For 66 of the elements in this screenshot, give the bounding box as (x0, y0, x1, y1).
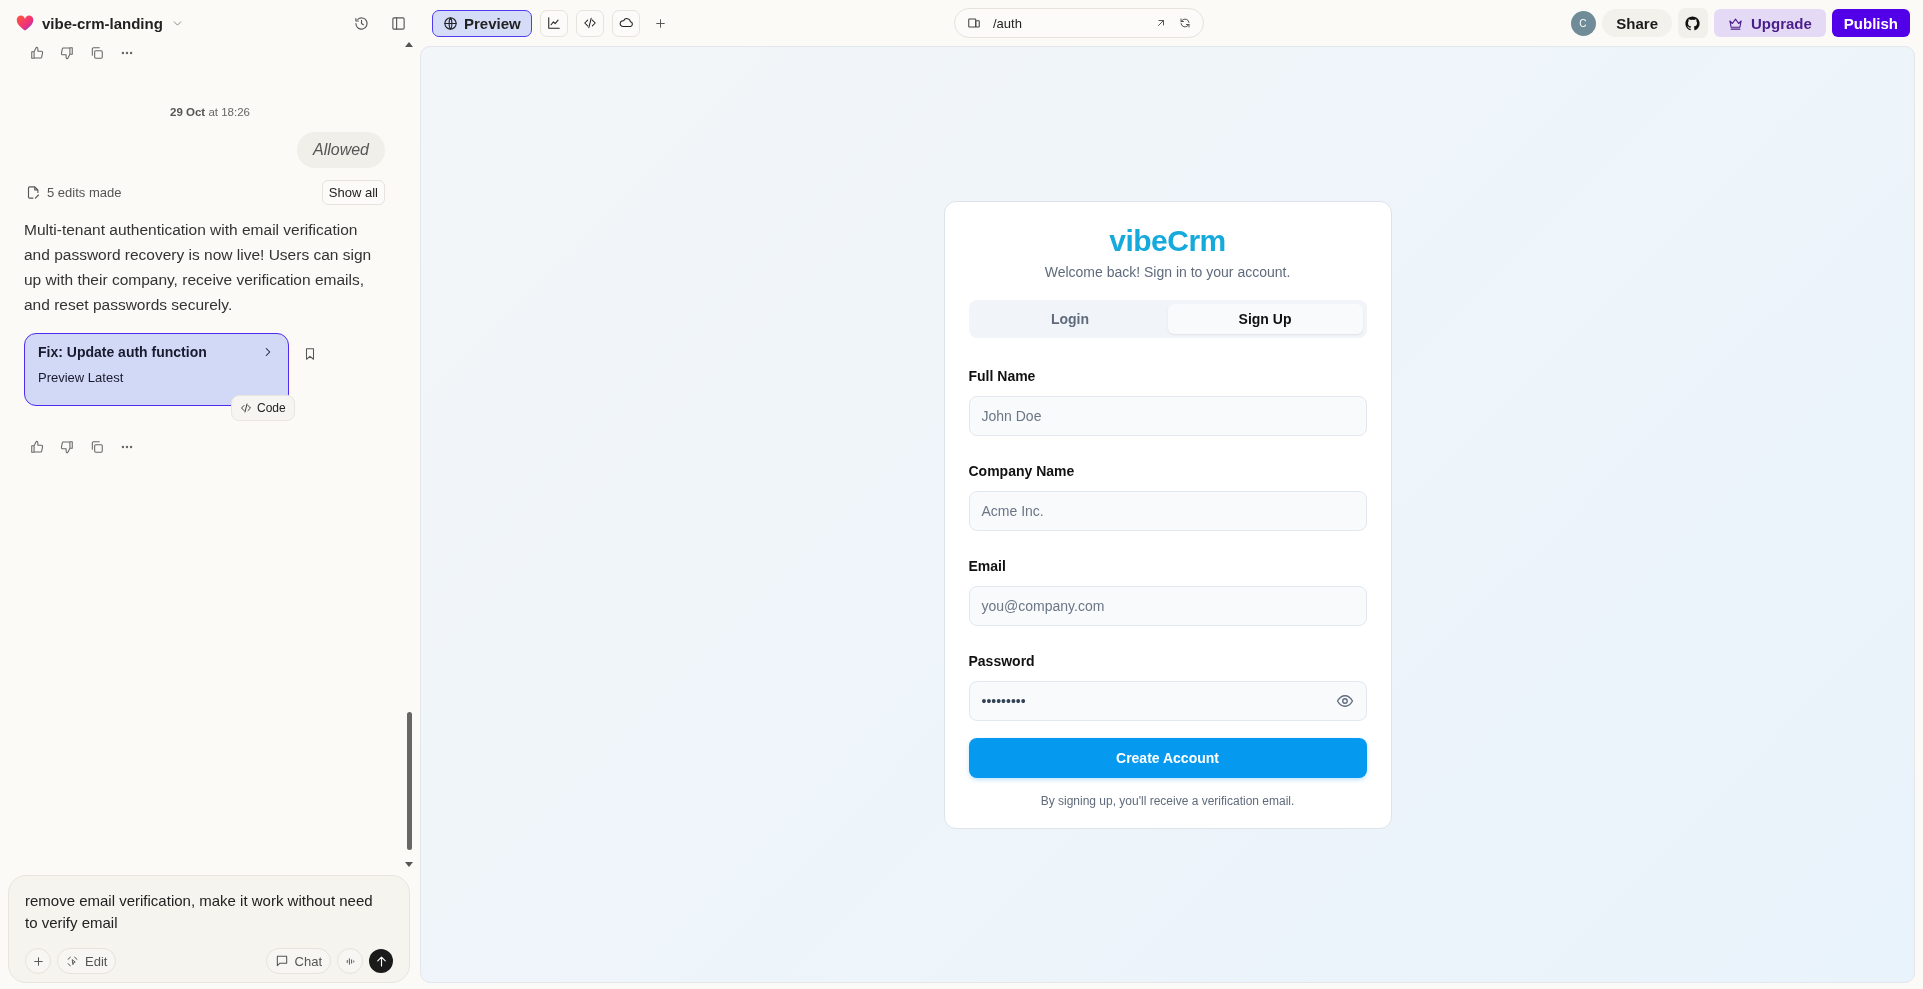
url-bar[interactable]: /auth (954, 8, 1204, 38)
assistant-message: Multi-tenant authentication with email verification and password recovery is now live! Users can sign up with their company, receive verification emails, and reset passwords securely. (24, 220, 373, 315)
text-field[interactable]: you@company.com (968, 585, 1367, 626)
copy-icon (90, 440, 104, 454)
plus-icon (31, 954, 45, 968)
code-icon (240, 402, 252, 414)
url-path: /auth (993, 15, 1023, 31)
thumbs-down-icon (60, 46, 74, 60)
thumbs-up-icon (30, 440, 44, 454)
user-avatar[interactable]: C (1571, 10, 1597, 36)
message-timestamp: 29 Oct at 18:26 (169, 106, 251, 118)
scroll-down-icon[interactable] (405, 862, 413, 867)
edits-count: 5 edits made (47, 185, 123, 200)
edited-file-icon (26, 185, 41, 200)
devices-icon (967, 16, 981, 30)
thumbs-down-icon (60, 440, 74, 454)
refresh-icon (1179, 17, 1191, 29)
github-icon (1684, 14, 1702, 32)
copy-icon (90, 46, 104, 60)
bookmark-icon (303, 347, 317, 361)
cloud-icon (618, 16, 633, 30)
scrollbar-thumb[interactable] (407, 712, 412, 850)
logo-icon (16, 14, 34, 32)
edit-button[interactable]: Edit (57, 948, 117, 974)
share-button[interactable]: Share (1602, 9, 1672, 37)
scroll-up-icon[interactable] (405, 42, 413, 47)
field-label: Email (968, 557, 1007, 574)
globe-icon (443, 15, 458, 31)
add-button[interactable] (25, 948, 51, 974)
code-icon (582, 16, 597, 30)
view-tab[interactable] (575, 9, 604, 37)
chat-button[interactable]: Chat (265, 948, 331, 974)
upgrade-button[interactable]: Upgrade (1714, 9, 1826, 37)
select-icon (66, 954, 79, 968)
chart-icon (546, 16, 561, 30)
auth-tab[interactable]: Sign Up (1167, 303, 1363, 334)
thumbs-up-icon (30, 46, 44, 60)
status-bubble: Allowed (296, 132, 385, 168)
github-button[interactable] (1678, 8, 1708, 38)
view-tab[interactable] (611, 9, 640, 37)
text-field[interactable]: John Doe (968, 395, 1367, 436)
text-field[interactable]: Acme Inc. (968, 490, 1367, 531)
send-button[interactable] (369, 949, 393, 973)
version-title: Fix: Update auth function (38, 344, 207, 360)
signup-note: By signing up, you'll receive a verification email. (1040, 793, 1295, 808)
view-tab[interactable] (539, 9, 568, 37)
history-icon (354, 15, 369, 31)
project-name[interactable]: vibe-crm-landing (42, 14, 163, 32)
field-label: Company Name (968, 462, 1076, 479)
chat-icon (274, 954, 289, 968)
publish-button[interactable]: Publish (1831, 9, 1910, 37)
sidebar-toggle-icon (391, 15, 406, 31)
card-subtitle: Welcome back! Sign in to your account. (1044, 263, 1291, 280)
external-link-icon (1155, 17, 1167, 29)
crown-icon (1728, 15, 1743, 31)
version-subtitle: Preview Latest (38, 370, 125, 385)
field-label: Password (968, 652, 1036, 669)
plus-icon (653, 16, 667, 30)
brand-logo: vibeCrm (1109, 223, 1226, 258)
auth-tab[interactable]: Login (972, 303, 1168, 334)
preview-tab[interactable]: Preview (432, 9, 532, 37)
message-input[interactable]: remove email verification, make it work without need to verify email (25, 890, 393, 948)
password-field[interactable]: ••••••••• (968, 680, 1367, 721)
code-button[interactable]: Code (231, 395, 295, 421)
show-all-button[interactable]: Show all (321, 180, 385, 205)
field-label: Full Name (968, 367, 1037, 384)
